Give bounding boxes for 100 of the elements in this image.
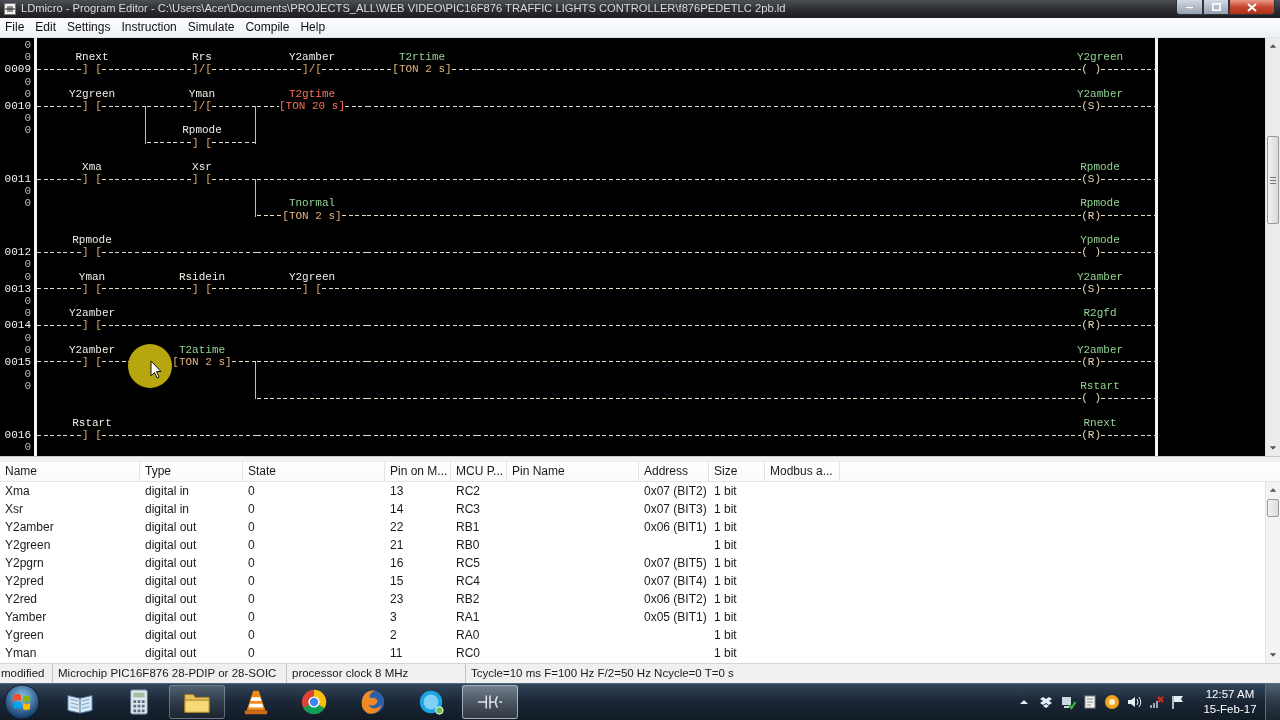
coil-symbol[interactable]: (S) (1081, 99, 1101, 113)
timer-symbol[interactable]: [TON 2 s] (172, 355, 232, 369)
table-cell: 0 (248, 610, 255, 624)
table-cell: 11 (390, 646, 403, 660)
table-cell: 1 bit (714, 556, 737, 570)
contact-symbol[interactable]: ] [ (82, 99, 102, 113)
table-cell: RB0 (456, 538, 480, 552)
table-cell: RC3 (456, 502, 480, 516)
taskbar-button[interactable] (169, 685, 226, 719)
coil-symbol[interactable]: ( ) (1081, 63, 1101, 76)
computer-check-icon[interactable] (1060, 694, 1076, 710)
scrollbar-track[interactable] (1265, 482, 1280, 663)
menu-item[interactable]: Compile (240, 18, 295, 37)
rung-number: 0010 (4, 99, 31, 112)
coil-label: Y2amber (1076, 343, 1124, 356)
contact-symbol[interactable]: ] [ (192, 136, 212, 149)
contact-symbol[interactable]: ] [ (82, 429, 102, 442)
table-cell: 1 bit (714, 592, 737, 606)
contact-symbol[interactable]: ] [ (82, 282, 102, 295)
table-cell: 1 bit (714, 484, 737, 498)
coil-symbol[interactable]: ( ) (1081, 392, 1101, 405)
coil-symbol[interactable]: (R) (1081, 319, 1101, 332)
contact-symbol[interactable]: ]/[ (302, 63, 322, 76)
contact-label: Y2amber (68, 343, 116, 356)
table-cell: 22 (390, 520, 404, 534)
coil-symbol[interactable]: (R) (1081, 429, 1101, 442)
timer-symbol[interactable]: [TON 2 s] (282, 209, 342, 222)
column-header[interactable]: MCU P... (451, 462, 507, 481)
wire (37, 324, 83, 326)
contact-label: Rrs (192, 51, 212, 64)
scrollbar-track[interactable] (1265, 38, 1280, 456)
table-cell: digital out (145, 520, 197, 534)
rung-number: 0013 (4, 282, 31, 295)
minimize-button[interactable] (1176, 0, 1203, 15)
coil-symbol[interactable]: (R) (1081, 209, 1101, 222)
column-header[interactable]: Pin on M... (385, 462, 451, 481)
wire (1101, 251, 1155, 253)
timer-symbol[interactable]: [TON 2 s] (392, 63, 452, 76)
table-cell: Y2green (5, 538, 51, 552)
round-logo-icon[interactable] (417, 688, 446, 716)
gutter-value: 0 (24, 270, 31, 283)
menu-item[interactable]: Simulate (182, 18, 240, 37)
contact-symbol[interactable]: ]/[ (192, 99, 212, 113)
contact-symbol[interactable]: ]/[ (192, 63, 212, 76)
contact-symbol[interactable]: ] [ (82, 173, 102, 186)
column-header[interactable]: Name (0, 462, 140, 481)
contact-symbol[interactable]: ] [ (192, 173, 212, 186)
close-button[interactable] (1229, 0, 1275, 15)
segmented-circle-icon[interactable] (300, 688, 329, 716)
speaker-icon[interactable] (1126, 694, 1142, 710)
maximize-button[interactable] (1203, 0, 1229, 15)
close-icon[interactable] (1247, 2, 1257, 12)
menu-item[interactable]: Edit (30, 18, 62, 37)
timer-label: Tnormal (288, 197, 336, 210)
menu-item[interactable]: Instruction (116, 18, 182, 37)
show-desktop-button[interactable] (1265, 684, 1280, 720)
scrollbar-thumb[interactable] (1267, 136, 1279, 224)
flag-icon[interactable] (1170, 694, 1186, 710)
open-box-icon[interactable] (1038, 694, 1054, 710)
coil-label: Rstart (1080, 380, 1120, 393)
contact-label: Y2amber (288, 51, 336, 64)
column-header[interactable]: Modbus a... (765, 462, 840, 481)
table-cell: 0x07 (BIT5) (644, 556, 707, 570)
contact-symbol[interactable]: ] [ (302, 282, 322, 295)
table-cell: 0 (248, 538, 255, 552)
ring-icon[interactable] (1104, 694, 1120, 710)
menu-item[interactable]: File (0, 18, 30, 37)
coil-symbol[interactable]: (S) (1081, 173, 1101, 186)
menu-item[interactable]: Settings (62, 18, 116, 37)
gutter-value: 0 (24, 258, 31, 271)
contact-label: Xsr (192, 160, 212, 174)
contact-symbol[interactable]: ] [ (82, 63, 102, 76)
column-header[interactable]: Type (140, 462, 243, 481)
document-icon[interactable] (1082, 694, 1098, 710)
timer-symbol[interactable]: [TON 20 s] (279, 99, 345, 113)
start-orb-icon[interactable] (4, 684, 40, 720)
coil-label: Y2amber (1076, 87, 1124, 100)
table-cell: RA1 (456, 610, 480, 624)
contact-label: Yman (188, 87, 216, 100)
contact-symbol[interactable]: ] [ (192, 282, 212, 295)
column-header[interactable]: State (243, 462, 385, 481)
contact-symbol[interactable]: ] [ (82, 355, 102, 369)
rung-number: 0011 (4, 173, 31, 186)
table-cell: digital out (145, 556, 197, 570)
coil-symbol[interactable]: (S) (1081, 282, 1101, 295)
scrollbar-thumb[interactable] (1267, 499, 1279, 517)
network-error-icon[interactable] (1148, 694, 1164, 710)
column-header[interactable]: Size (709, 462, 765, 481)
clock-time: 12:57 AM (1205, 687, 1255, 702)
coil-symbol[interactable]: ( ) (1081, 246, 1101, 259)
column-header[interactable]: Pin Name (507, 462, 639, 481)
contact-symbol[interactable]: ] [ (82, 319, 102, 332)
menu-item[interactable]: Help (295, 18, 331, 37)
taskbar-button[interactable] (461, 685, 518, 719)
coil-symbol[interactable]: (R) (1081, 355, 1101, 369)
table-cell: 0x06 (BIT2) (644, 592, 707, 606)
timer-label: T2atime (178, 343, 226, 356)
contact-symbol[interactable]: ] [ (82, 246, 102, 259)
column-header[interactable]: Address (639, 462, 709, 481)
coil-label: Rpmode (1080, 197, 1120, 210)
